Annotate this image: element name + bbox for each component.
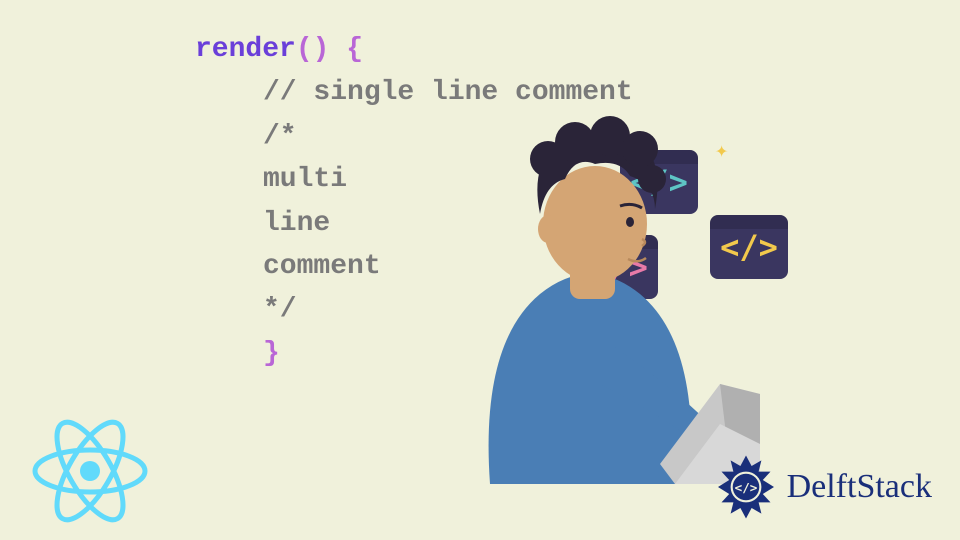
code-line-1: render() { xyxy=(195,28,633,71)
person-coding-illustration xyxy=(420,84,760,484)
react-logo-icon xyxy=(30,417,150,525)
delftstack-logo: </> DelftStack xyxy=(711,452,932,522)
delftstack-badge-icon: </> xyxy=(711,452,781,522)
delftstack-brand-text: DelftStack xyxy=(787,468,932,506)
multi-comment-close: */ xyxy=(263,294,297,325)
multi-comment-l1: multi xyxy=(263,164,347,195)
multi-comment-l2: line xyxy=(263,208,330,239)
brace-open: { xyxy=(329,34,363,65)
brace-close: } xyxy=(263,338,280,369)
keyword-render: render xyxy=(195,34,296,65)
parens: () xyxy=(296,34,330,65)
svg-text:</>: </> xyxy=(734,480,757,495)
multi-comment-l3: comment xyxy=(263,251,381,282)
multi-comment-open: /* xyxy=(263,121,297,152)
